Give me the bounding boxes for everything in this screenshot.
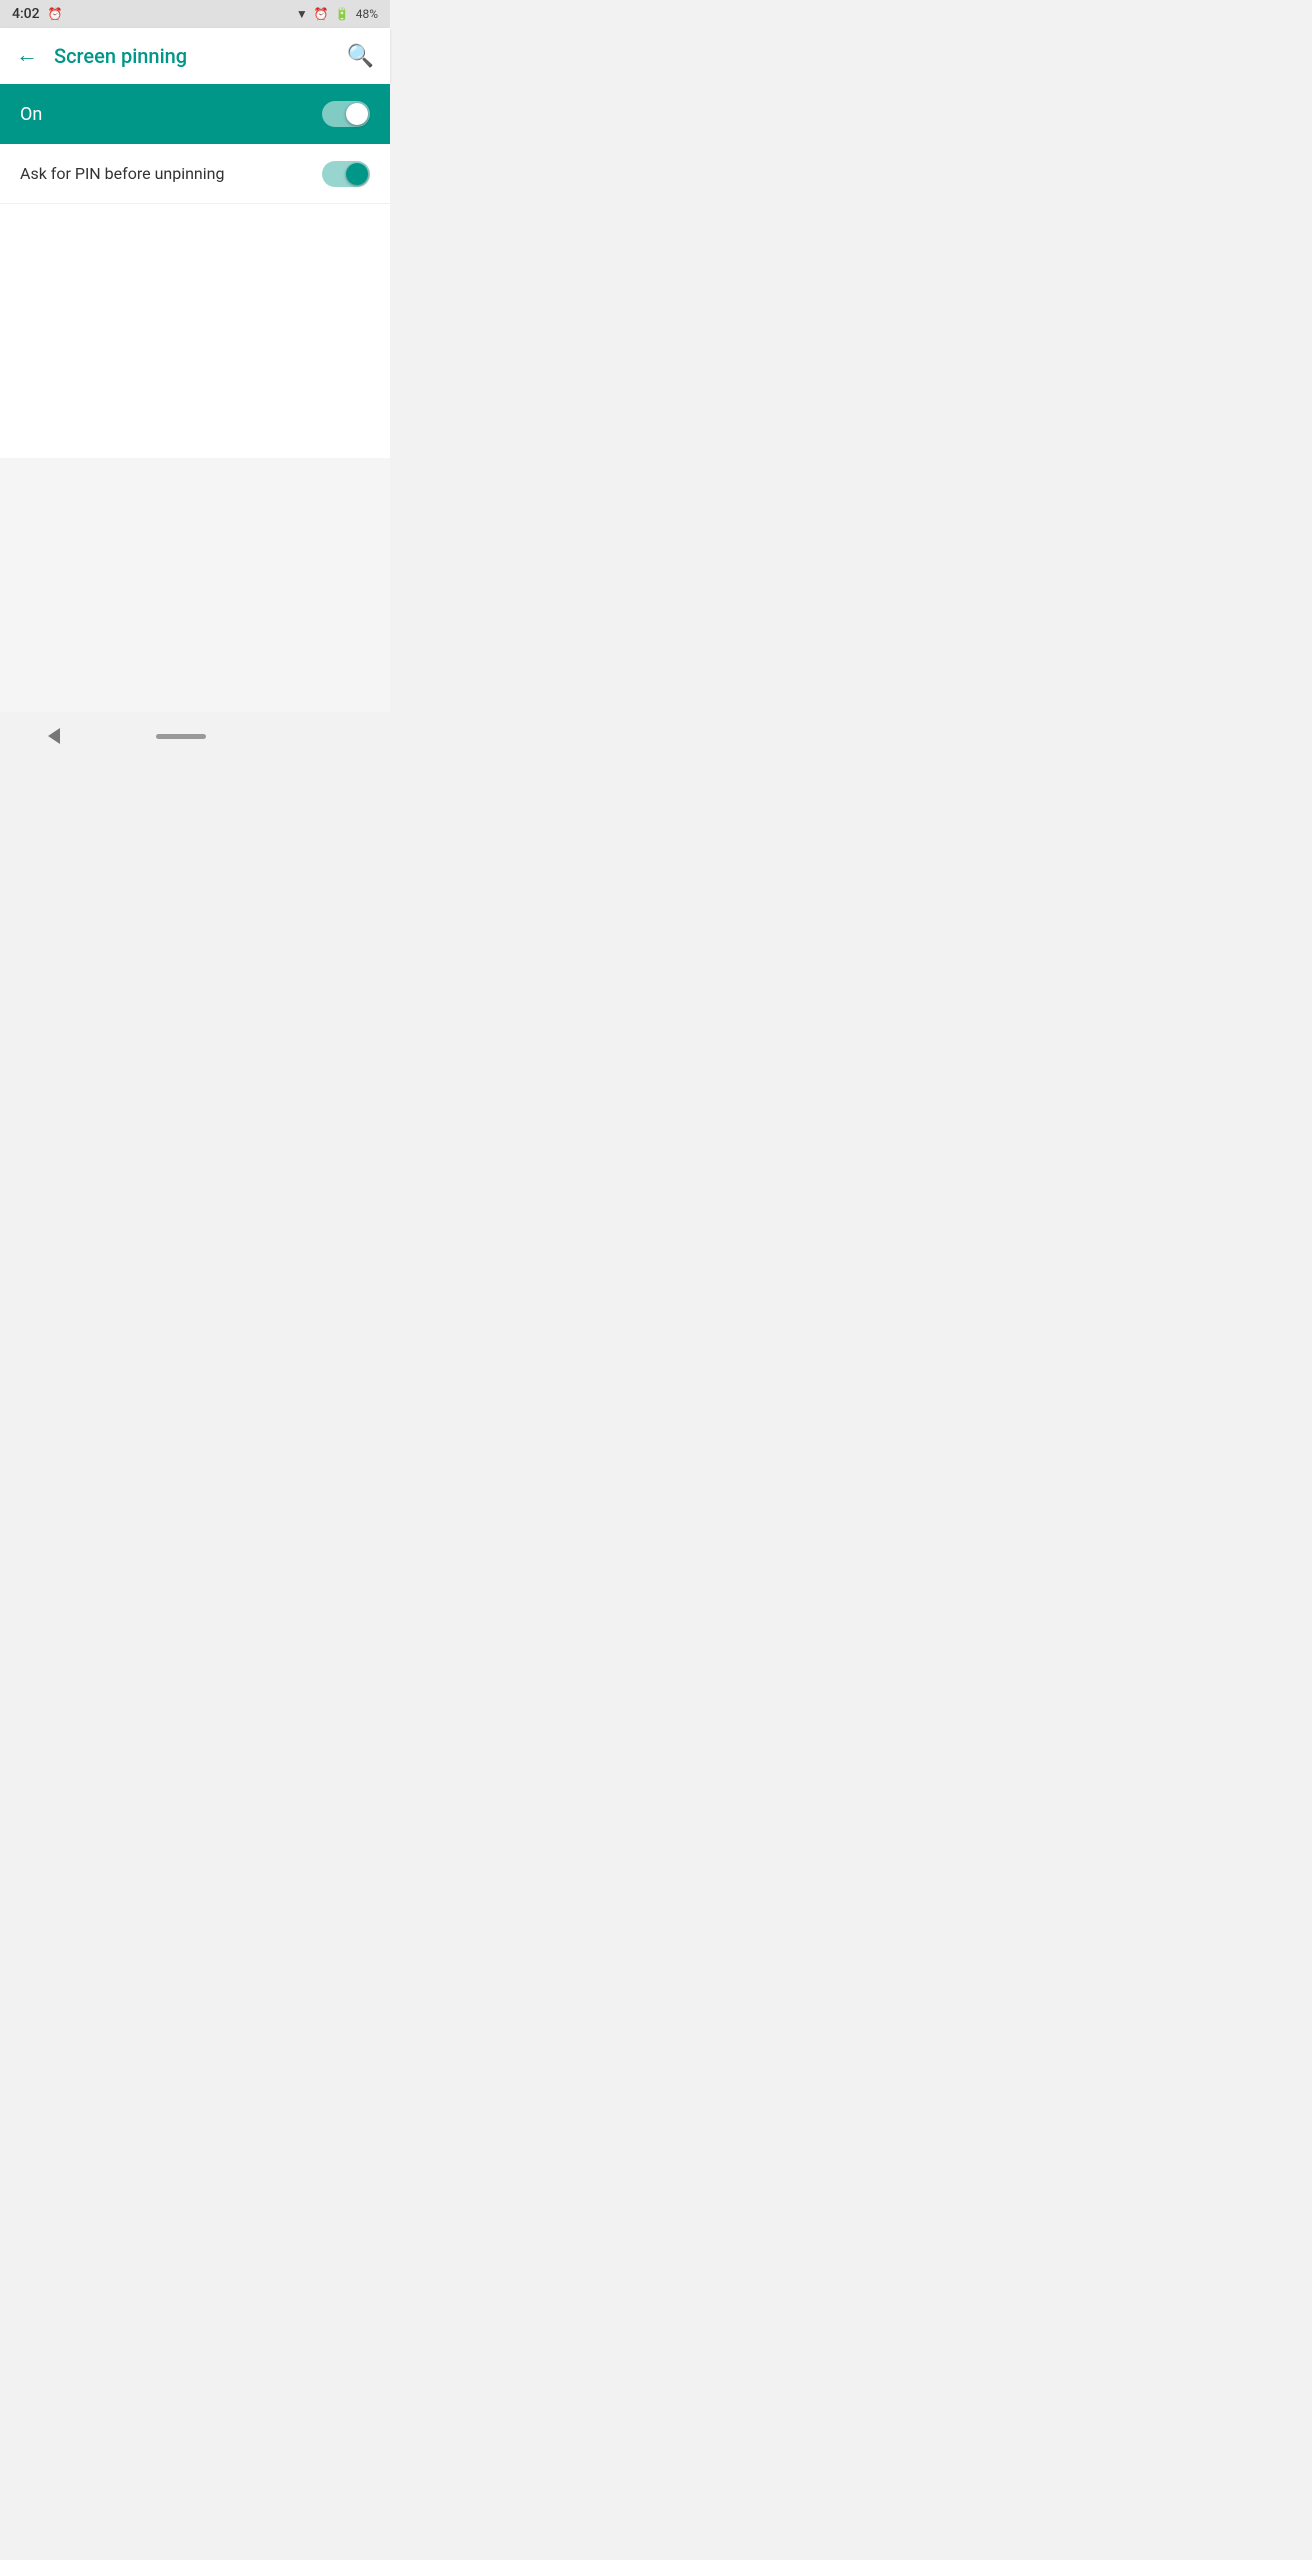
- status-time: 4:02: [12, 6, 40, 22]
- toggle-thumb: [346, 103, 368, 125]
- pin-before-unpinning-label: Ask for PIN before unpinning: [20, 164, 224, 183]
- battery-icon: 🔋: [335, 7, 350, 21]
- page-title: Screen pinning: [54, 44, 187, 68]
- nav-bar: [0, 712, 390, 760]
- nav-back-button[interactable]: [48, 728, 60, 744]
- settings-list: Ask for PIN before unpinning: [0, 144, 390, 458]
- app-bar: ← Screen pinning 🔍: [0, 28, 390, 84]
- alarm-icon: ⏰: [48, 7, 63, 21]
- wifi-icon: ▼: [296, 7, 308, 21]
- screen-pinning-toggle-row[interactable]: On: [0, 84, 390, 144]
- status-bar: 4:02 ⏰ ▼ ⏰ 🔋 48%: [0, 0, 390, 28]
- screen-pinning-toggle-label: On: [20, 104, 42, 125]
- search-icon[interactable]: 🔍: [347, 44, 374, 69]
- back-button[interactable]: ←: [16, 45, 38, 67]
- battery-percent: 48%: [356, 7, 378, 21]
- screen-pinning-toggle[interactable]: [322, 101, 370, 127]
- alarm-icon-right: ⏰: [314, 7, 329, 21]
- content-spacer: [0, 458, 390, 712]
- pin-before-unpinning-row[interactable]: Ask for PIN before unpinning: [0, 144, 390, 204]
- nav-home-button[interactable]: [156, 734, 206, 739]
- status-bar-right: ▼ ⏰ 🔋 48%: [296, 7, 378, 21]
- status-bar-left: 4:02 ⏰: [12, 6, 63, 22]
- pin-before-unpinning-toggle[interactable]: [322, 161, 370, 187]
- toggle-thumb-secondary: [346, 163, 368, 185]
- app-bar-left: ← Screen pinning: [16, 44, 187, 68]
